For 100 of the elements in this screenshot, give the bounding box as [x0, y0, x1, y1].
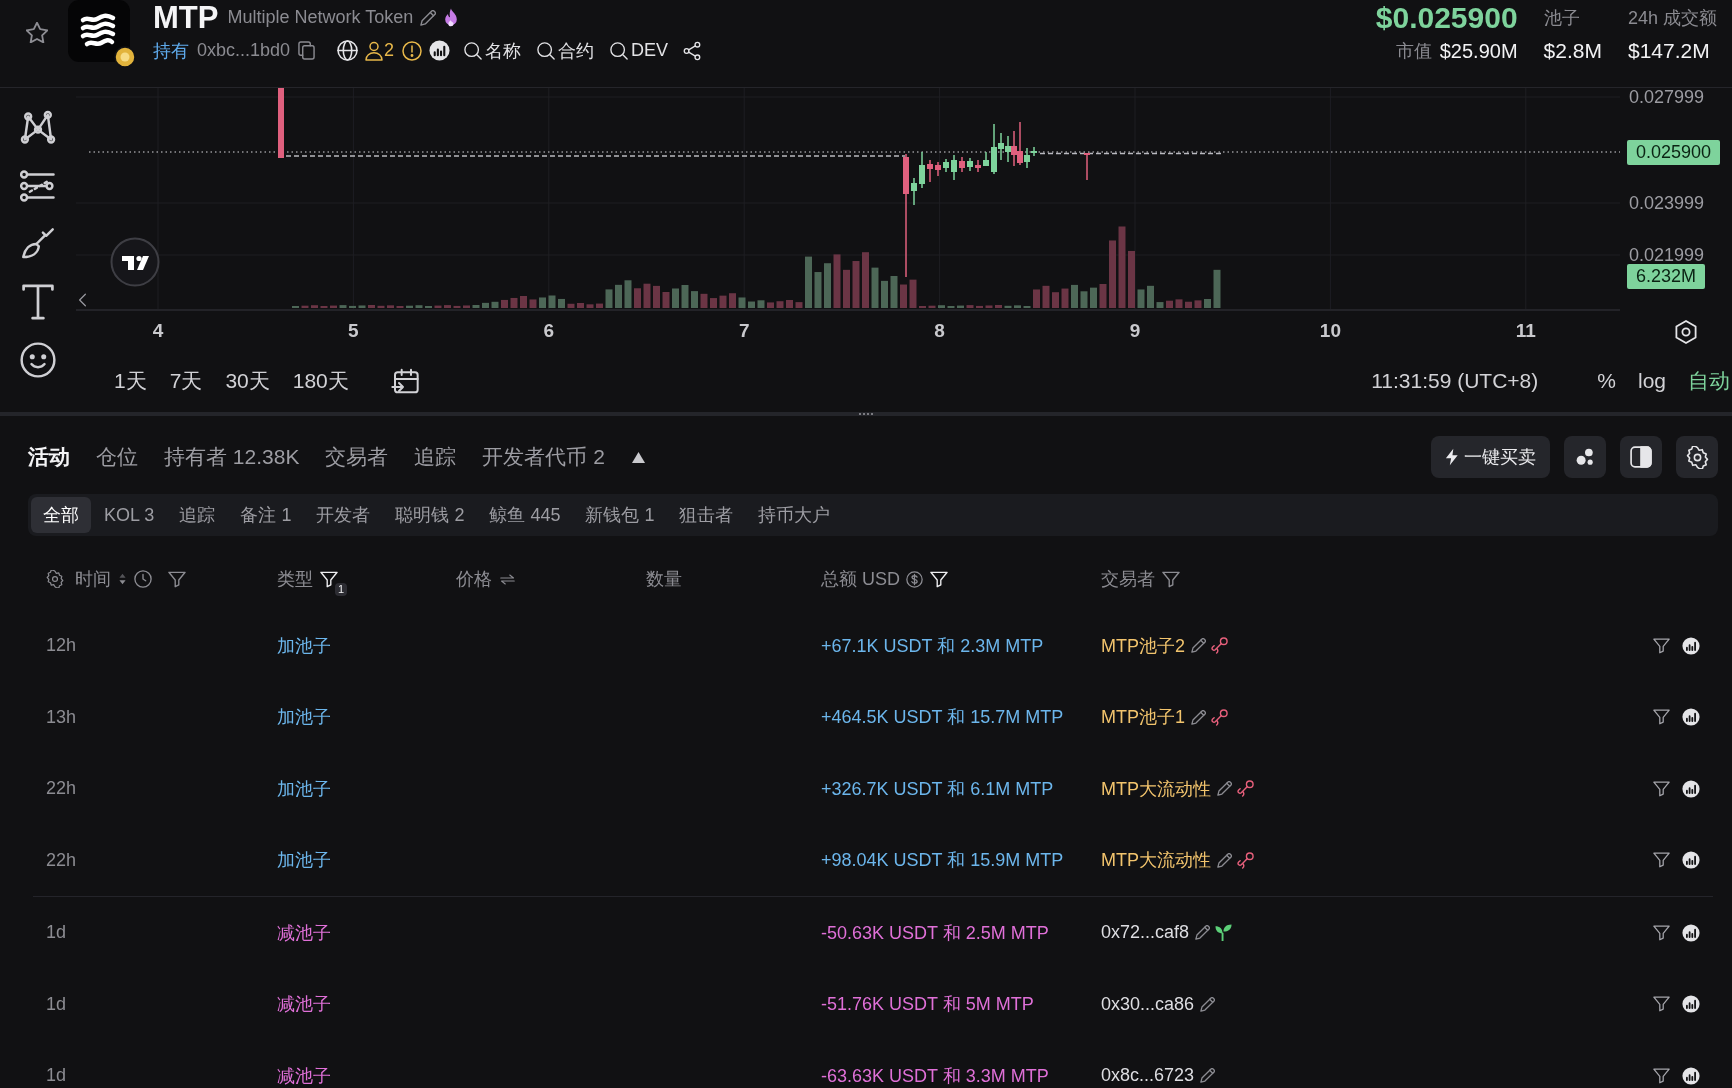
filter-icon[interactable]: [1653, 709, 1670, 726]
range-button[interactable]: 7天: [169, 367, 203, 395]
clock-icon[interactable]: [134, 570, 152, 588]
pencil-icon[interactable]: [1217, 852, 1232, 868]
key-icon: [1211, 637, 1228, 655]
star-icon[interactable]: [26, 22, 48, 43]
dollar-circle-icon[interactable]: [906, 570, 923, 588]
coin-badge-icon: [114, 46, 136, 68]
filter-icon[interactable]: [1653, 996, 1670, 1013]
scale-option[interactable]: %: [1597, 369, 1616, 393]
chart-circle-icon[interactable]: [1682, 1066, 1700, 1085]
calendar-icon[interactable]: [390, 368, 419, 394]
quick-trade-button[interactable]: 一键买卖: [1431, 436, 1550, 478]
filter-icon[interactable]: [1653, 637, 1670, 654]
search-link[interactable]: DEV: [610, 40, 669, 61]
tab[interactable]: 开发者代币 2: [482, 443, 605, 471]
time-cell-text: 1d: [46, 1065, 68, 1087]
holder-link[interactable]: 持有: [153, 38, 189, 63]
pencil-icon[interactable]: [1191, 709, 1206, 725]
filter-chip[interactable]: 全部: [31, 497, 91, 533]
settings-button[interactable]: [1676, 436, 1718, 478]
person-icon[interactable]: [365, 40, 384, 61]
current-price-tag: 0.025900: [1627, 140, 1721, 165]
pencil-icon[interactable]: [1217, 781, 1232, 797]
sprout-icon: [1215, 924, 1233, 942]
smiley-icon[interactable]: [20, 342, 56, 378]
time-cell-text: 13h: [46, 706, 78, 728]
tab[interactable]: 仓位: [96, 443, 138, 471]
range-button[interactable]: 30天: [225, 367, 270, 395]
sidebar-icon: [1630, 446, 1652, 468]
filter-icon[interactable]: [1653, 1067, 1670, 1084]
column-header: 总额 USD: [821, 568, 900, 591]
filter-icon[interactable]: [1653, 852, 1670, 869]
pencil-icon[interactable]: [1191, 638, 1206, 654]
candlestick: [951, 154, 957, 181]
range-button[interactable]: 180天: [292, 367, 349, 395]
time-cell-text: 12h: [46, 635, 78, 657]
chart-circle-icon[interactable]: [1682, 923, 1700, 942]
filter-icon[interactable]: [168, 570, 186, 588]
sort-icon[interactable]: [119, 572, 126, 586]
filter-chip[interactable]: 持币大户: [746, 497, 843, 533]
chart-circle-icon[interactable]: [1682, 779, 1700, 798]
scale-option[interactable]: 自动: [1688, 367, 1730, 395]
search-icon: [464, 41, 483, 60]
tab[interactable]: 活动: [28, 443, 70, 471]
filter-icon[interactable]: [1162, 570, 1180, 588]
trader-name: MTP大流动性: [1101, 777, 1211, 801]
text-icon[interactable]: [20, 284, 56, 320]
filter-chip[interactable]: 开发者: [304, 497, 383, 533]
key-icon: [1211, 708, 1228, 726]
filter-count: 1: [334, 582, 347, 596]
filter-icon[interactable]: [1653, 780, 1670, 797]
token-symbol: MTP: [153, 0, 219, 35]
chart-circle-icon[interactable]: [429, 40, 451, 61]
globe-icon[interactable]: [337, 40, 359, 61]
wave-logo-icon: [68, 0, 130, 62]
filter-chip[interactable]: 新钱包 1: [573, 497, 667, 533]
caret-up-icon[interactable]: [631, 451, 645, 463]
pencil-icon[interactable]: [1200, 1068, 1216, 1084]
tab[interactable]: 持有者 12.38K: [164, 443, 300, 471]
chevron-left-icon[interactable]: [78, 293, 87, 307]
search-link[interactable]: 名称: [464, 38, 522, 63]
swap-icon[interactable]: [500, 573, 515, 585]
chart-circle-icon[interactable]: [1682, 708, 1700, 727]
candlestick: [975, 159, 981, 173]
filter-icon[interactable]: [1653, 924, 1670, 941]
search-icon: [537, 41, 556, 60]
copy-icon[interactable]: [298, 41, 316, 60]
contract-address: 0xbc...1bd0: [197, 40, 291, 61]
node-graph-icon[interactable]: [20, 110, 56, 146]
filter-chip[interactable]: 鲸鱼 445: [477, 497, 573, 533]
share-icon[interactable]: [683, 40, 702, 61]
filter-chip[interactable]: 追踪: [167, 497, 228, 533]
filter-chip[interactable]: 狙击者: [667, 497, 746, 533]
pencil-icon[interactable]: [1195, 925, 1211, 941]
type-cell-text: 加池子: [277, 849, 332, 873]
chart-circle-icon[interactable]: [1682, 995, 1700, 1014]
resize-handle[interactable]: [859, 413, 873, 415]
stat-value: $2.8M: [1543, 38, 1602, 64]
pencil-icon[interactable]: [1200, 996, 1216, 1012]
search-link[interactable]: 合约: [537, 38, 595, 63]
key-icon: [1237, 780, 1254, 798]
panel-button[interactable]: [1620, 436, 1662, 478]
filter-chip[interactable]: KOL 3: [92, 497, 167, 533]
flame-icon: [445, 7, 458, 28]
bubbles-button[interactable]: [1564, 436, 1606, 478]
line-levels-icon[interactable]: [20, 168, 56, 204]
chart-circle-icon[interactable]: [1682, 636, 1700, 655]
tab[interactable]: 追踪: [414, 443, 457, 471]
pencil-icon[interactable]: [420, 9, 437, 26]
filter-chip[interactable]: 聪明钱 2: [383, 497, 477, 533]
price-axis-label: 0.021999: [1629, 244, 1705, 266]
trader-name: 0x8c...6723: [1101, 1065, 1195, 1087]
scale-option[interactable]: log: [1637, 369, 1666, 393]
range-button[interactable]: 1天: [114, 367, 147, 395]
tv-logo-icon[interactable]: [110, 237, 160, 287]
filter-chip[interactable]: 备注 1: [228, 497, 304, 533]
alert-icon[interactable]: [402, 40, 423, 61]
tab[interactable]: 交易者: [325, 443, 389, 471]
chart-circle-icon[interactable]: [1682, 851, 1700, 870]
